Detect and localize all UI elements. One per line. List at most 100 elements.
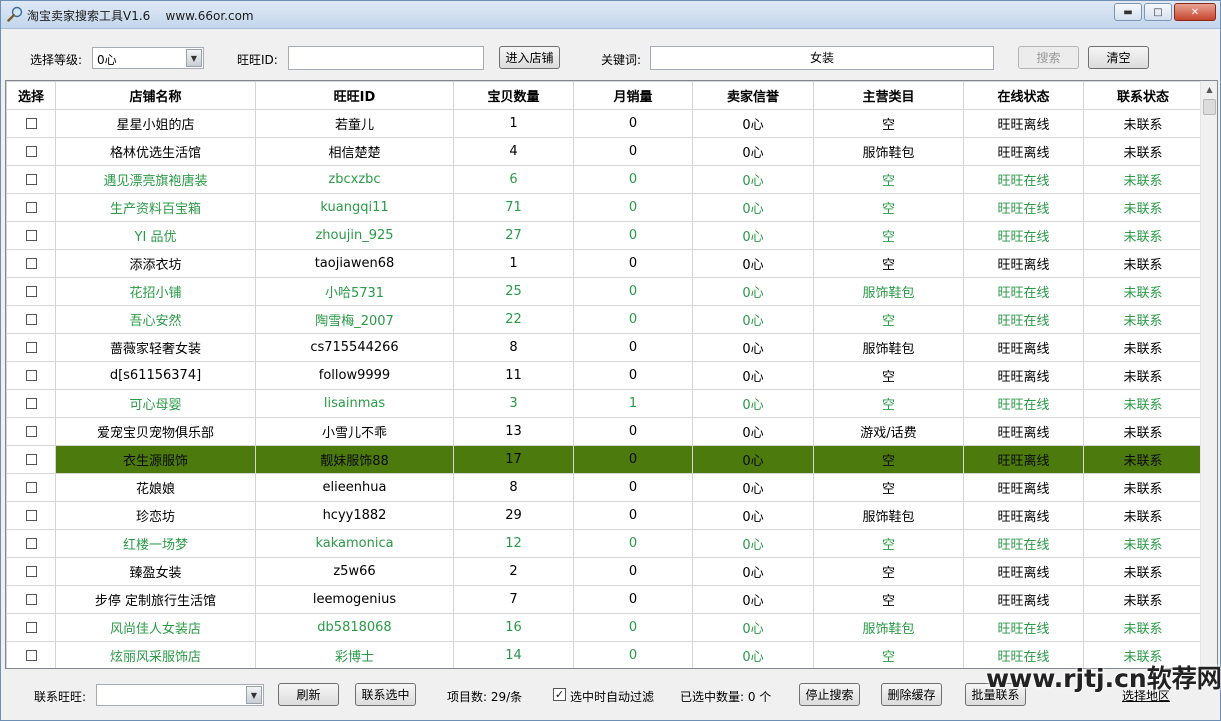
select-cell[interactable] xyxy=(6,305,56,334)
select-cell[interactable] xyxy=(6,109,56,138)
scrollbar-thumb[interactable] xyxy=(1203,99,1216,115)
maximize-icon[interactable]: □ xyxy=(1144,3,1172,21)
table-row[interactable]: 花招小铺 小哈5731 25 0 0心 服饰鞋包 旺旺在线 未联系 xyxy=(6,277,1203,306)
row-checkbox[interactable] xyxy=(25,594,37,605)
row-checkbox[interactable] xyxy=(25,146,37,157)
column-header[interactable]: 月销量 xyxy=(573,81,693,110)
delete-cache-button[interactable]: 删除缓存 xyxy=(881,683,942,706)
seller-credit-cell: 0心 xyxy=(692,613,814,642)
row-checkbox[interactable] xyxy=(25,510,37,521)
select-cell[interactable] xyxy=(6,641,56,668)
row-checkbox[interactable] xyxy=(25,342,37,353)
select-cell[interactable] xyxy=(6,557,56,586)
row-checkbox[interactable] xyxy=(25,370,37,381)
row-checkbox[interactable] xyxy=(25,174,37,185)
column-header[interactable]: 主营类目 xyxy=(813,81,964,110)
row-checkbox[interactable] xyxy=(25,650,37,661)
select-cell[interactable] xyxy=(6,613,56,642)
table-row[interactable]: 遇见漂亮旗袍唐装 zbcxzbc 6 0 0心空旺旺在线 未联系 xyxy=(6,165,1203,194)
select-cell[interactable] xyxy=(6,361,56,390)
refresh-button[interactable]: 刷新 xyxy=(278,683,339,706)
select-cell[interactable] xyxy=(6,529,56,558)
select-cell[interactable] xyxy=(6,165,56,194)
monthly-sales-cell: 0 xyxy=(573,305,693,334)
enter-shop-button[interactable]: 进入店铺 xyxy=(499,46,560,69)
keyword-input[interactable]: 女装 xyxy=(650,46,994,70)
table-row[interactable]: 花娘娘 elieenhua 8 0 0心空旺旺离线 未联系 xyxy=(6,473,1203,502)
table-row[interactable]: 星星小姐的店 若童儿 1 0 0心空旺旺离线 未联系 xyxy=(6,109,1203,138)
row-checkbox[interactable] xyxy=(25,286,37,297)
level-select[interactable]: 0心 ▼ xyxy=(92,47,204,69)
select-cell[interactable] xyxy=(6,389,56,418)
auto-filter-label[interactable]: 选中时自动过滤 xyxy=(570,688,654,705)
table-row[interactable]: 蔷薇家轻奢女装 cs715544266 8 0 0心 服饰鞋包 旺旺离线 未联系 xyxy=(6,333,1203,362)
contact-select[interactable]: ▼ xyxy=(96,684,264,706)
column-header[interactable]: 在线状态 xyxy=(963,81,1084,110)
category-cell: 空 xyxy=(813,473,964,502)
row-checkbox[interactable] xyxy=(25,258,37,269)
chevron-down-icon[interactable]: ▼ xyxy=(186,49,202,67)
table-row[interactable]: 生产资料百宝箱 kuangqi11 71 0 0心空旺旺在线 未联系 xyxy=(6,193,1203,222)
select-cell[interactable] xyxy=(6,333,56,362)
select-cell[interactable] xyxy=(6,585,56,614)
column-header[interactable]: 选择 xyxy=(6,81,56,110)
select-cell[interactable] xyxy=(6,277,56,306)
select-cell[interactable] xyxy=(6,445,56,474)
table-row[interactable]: 爱宠宝贝宠物俱乐部 小雪儿不乖 13 0 0心 游戏/话费 旺旺离线 未联系 xyxy=(6,417,1203,446)
stop-search-button[interactable]: 停止搜索 xyxy=(799,683,860,706)
select-cell[interactable] xyxy=(6,221,56,250)
row-checkbox[interactable] xyxy=(25,454,37,465)
table-row[interactable]: 格林优选生活馆 相信楚楚 4 0 0心 服饰鞋包 旺旺离线 未联系 xyxy=(6,137,1203,166)
wangwang-id-cell: elieenhua xyxy=(255,473,454,502)
chevron-down-icon[interactable]: ▼ xyxy=(246,686,262,704)
category-cell: 空 xyxy=(813,557,964,586)
item-count-cell: 25 xyxy=(453,277,574,306)
title-bar[interactable]: 淘宝卖家搜索工具V1.6 www.66or.com ▬ □ ✕ xyxy=(1,1,1220,29)
table-row[interactable]: 可心母婴 lisainmas 3 1 0心空旺旺在线 未联系 xyxy=(6,389,1203,418)
level-select-value: 0心 xyxy=(97,53,117,67)
select-cell[interactable] xyxy=(6,417,56,446)
select-cell[interactable] xyxy=(6,193,56,222)
column-header[interactable]: 宝贝数量 xyxy=(453,81,574,110)
close-icon[interactable]: ✕ xyxy=(1174,3,1216,21)
minimize-icon[interactable]: ▬ xyxy=(1114,3,1142,21)
scroll-up-icon[interactable]: ▲ xyxy=(1201,81,1217,98)
row-checkbox[interactable] xyxy=(25,426,37,437)
column-header[interactable]: 卖家信誉 xyxy=(692,81,814,110)
shop-name-cell: 格林优选生活馆 xyxy=(55,137,256,166)
row-checkbox[interactable] xyxy=(25,622,37,633)
row-checkbox[interactable] xyxy=(25,314,37,325)
row-checkbox[interactable] xyxy=(25,538,37,549)
table-row[interactable]: d[s61156374] follow9999 11 0 0心空旺旺离线 未联系 xyxy=(6,361,1203,390)
row-checkbox[interactable] xyxy=(25,118,37,129)
row-checkbox[interactable] xyxy=(25,566,37,577)
table-row[interactable]: 衣生源服饰 靓妹服饰88 17 0 0心空旺旺离线 未联系 xyxy=(6,445,1203,474)
row-checkbox[interactable] xyxy=(25,230,37,241)
column-header[interactable]: 店铺名称 xyxy=(55,81,256,110)
table-row[interactable]: 吾心安然 陶雪梅_2007 22 0 0心空旺旺在线 未联系 xyxy=(6,305,1203,334)
column-header[interactable]: 联系状态 xyxy=(1083,81,1203,110)
column-header[interactable]: 旺旺ID xyxy=(255,81,454,110)
wangwang-input[interactable] xyxy=(288,46,484,70)
contact-selected-button[interactable]: 联系选中 xyxy=(355,683,416,706)
table-row[interactable]: 添添衣坊 taojiawen68 1 0 0心空旺旺离线 未联系 xyxy=(6,249,1203,278)
category-cell: 服饰鞋包 xyxy=(813,613,964,642)
row-checkbox[interactable] xyxy=(25,202,37,213)
seller-credit-cell: 0心 xyxy=(692,137,814,166)
table-row[interactable]: 珍恋坊 hcyy1882 29 0 0心 服饰鞋包 旺旺离线 未联系 xyxy=(6,501,1203,530)
select-cell[interactable] xyxy=(6,501,56,530)
vertical-scrollbar[interactable]: ▲ xyxy=(1200,81,1217,668)
table-row[interactable]: 红楼一场梦 kakamonica 12 0 0心空旺旺在线 未联系 xyxy=(6,529,1203,558)
table-row[interactable]: 步停 定制旅行生活馆 leemogenius 7 0 0心空旺旺离线 未联系 xyxy=(6,585,1203,614)
table-row[interactable]: YI 品优 zhoujin_925 27 0 0心空旺旺在线 未联系 xyxy=(6,221,1203,250)
table-row[interactable]: 风尚佳人女装店 db5818068 16 0 0心 服饰鞋包 旺旺在线 未联系 xyxy=(6,613,1203,642)
select-cell[interactable] xyxy=(6,249,56,278)
auto-filter-checkbox[interactable]: ✓ xyxy=(553,688,566,701)
row-checkbox[interactable] xyxy=(25,482,37,493)
select-cell[interactable] xyxy=(6,473,56,502)
clear-button[interactable]: 清空 xyxy=(1088,46,1149,69)
table-row[interactable]: 臻盈女装 z5w66 2 0 0心空旺旺离线 未联系 xyxy=(6,557,1203,586)
select-cell[interactable] xyxy=(6,137,56,166)
search-button[interactable]: 搜索 xyxy=(1018,46,1079,69)
row-checkbox[interactable] xyxy=(25,398,37,409)
